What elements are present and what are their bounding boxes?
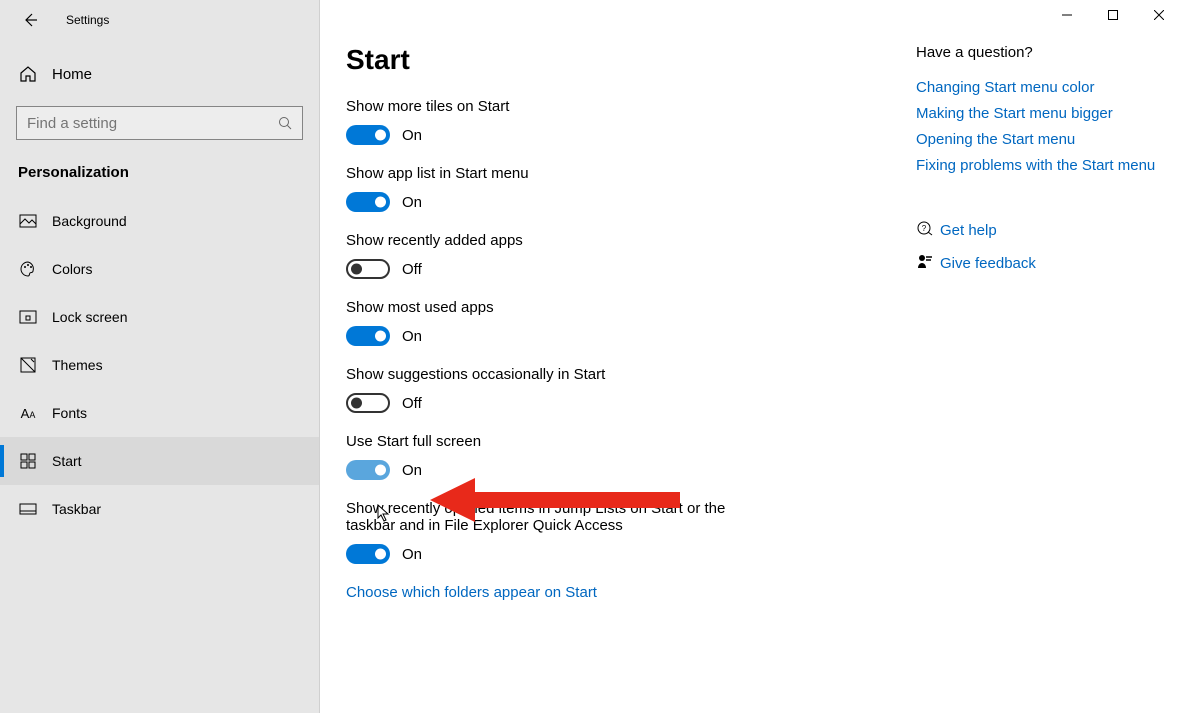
help-link-bigger[interactable]: Making the Start menu bigger: [916, 105, 1155, 122]
sidebar-category: Personalization: [0, 140, 319, 191]
help-link-fixing[interactable]: Fixing problems with the Start menu: [916, 157, 1155, 174]
setting-label: Show recently opened items in Jump Lists…: [346, 500, 776, 534]
setting-jump-lists: Show recently opened items in Jump Lists…: [346, 500, 906, 564]
toggle-jump-lists[interactable]: [346, 544, 390, 564]
get-help-link: Get help: [940, 222, 997, 239]
sidebar-item-lockscreen[interactable]: Lock screen: [0, 293, 319, 341]
toggle-state: Off: [402, 395, 422, 412]
toggle-state: On: [402, 462, 422, 479]
sidebar-item-taskbar[interactable]: Taskbar: [0, 485, 319, 533]
toggle-recently-added[interactable]: [346, 259, 390, 279]
toggle-state: On: [402, 194, 422, 211]
svg-text:?: ?: [922, 224, 927, 233]
titlebar-controls: [1044, 0, 1182, 30]
toggle-full-screen[interactable]: [346, 460, 390, 480]
help-aside: Have a question? Changing Start menu col…: [916, 44, 1155, 713]
toggle-suggestions[interactable]: [346, 393, 390, 413]
setting-label: Show app list in Start menu: [346, 165, 906, 182]
fonts-icon: AA: [18, 406, 38, 421]
help-link-color[interactable]: Changing Start menu color: [916, 79, 1155, 96]
sidebar-item-fonts[interactable]: AA Fonts: [0, 389, 319, 437]
get-help-action[interactable]: ? Get help: [916, 220, 1155, 241]
give-feedback-action[interactable]: Give feedback: [916, 253, 1155, 274]
sidebar-home-label: Home: [52, 66, 92, 83]
setting-label: Show suggestions occasionally in Start: [346, 366, 906, 383]
toggle-state: On: [402, 328, 422, 345]
themes-icon: [18, 356, 38, 374]
sidebar-item-label: Taskbar: [52, 501, 101, 517]
window-title: Settings: [66, 13, 109, 27]
toggle-app-list[interactable]: [346, 192, 390, 212]
search-box[interactable]: [16, 106, 303, 140]
picture-icon: [18, 214, 38, 228]
sidebar-item-label: Colors: [52, 261, 92, 277]
home-icon: [18, 65, 38, 83]
aside-heading: Have a question?: [916, 44, 1155, 61]
sidebar-item-label: Lock screen: [52, 309, 127, 325]
sidebar-home[interactable]: Home: [0, 50, 319, 98]
toggle-state: Off: [402, 261, 422, 278]
sidebar-item-start[interactable]: Start: [0, 437, 319, 485]
help-icon: ?: [916, 220, 940, 241]
close-button[interactable]: [1136, 0, 1182, 30]
sidebar-item-background[interactable]: Background: [0, 197, 319, 245]
setting-label: Show most used apps: [346, 299, 906, 316]
sidebar-item-colors[interactable]: Colors: [0, 245, 319, 293]
setting-label: Show recently added apps: [346, 232, 906, 249]
setting-app-list: Show app list in Start menu On: [346, 165, 906, 212]
sidebar-item-themes[interactable]: Themes: [0, 341, 319, 389]
setting-more-tiles: Show more tiles on Start On: [346, 98, 906, 145]
setting-recently-added: Show recently added apps Off: [346, 232, 906, 279]
taskbar-icon: [18, 503, 38, 515]
back-arrow-icon: [22, 12, 38, 28]
palette-icon: [18, 260, 38, 278]
sidebar-item-label: Background: [52, 213, 127, 229]
content-area: Start Show more tiles on Start On Show a…: [346, 44, 906, 713]
setting-full-screen: Use Start full screen On: [346, 433, 906, 480]
minimize-button[interactable]: [1044, 0, 1090, 30]
sidebar-item-label: Fonts: [52, 405, 87, 421]
maximize-button[interactable]: [1090, 0, 1136, 30]
setting-most-used: Show most used apps On: [346, 299, 906, 346]
feedback-icon: [916, 253, 940, 274]
help-link-opening[interactable]: Opening the Start menu: [916, 131, 1155, 148]
lockscreen-icon: [18, 310, 38, 324]
setting-label: Show more tiles on Start: [346, 98, 906, 115]
give-feedback-link: Give feedback: [940, 255, 1036, 272]
toggle-more-tiles[interactable]: [346, 125, 390, 145]
setting-suggestions: Show suggestions occasionally in Start O…: [346, 366, 906, 413]
toggle-state: On: [402, 127, 422, 144]
page-title: Start: [346, 44, 906, 76]
sidebar: Settings Home Personalization Background…: [0, 0, 320, 713]
setting-label: Use Start full screen: [346, 433, 906, 450]
search-input[interactable]: [27, 115, 278, 132]
back-button[interactable]: [14, 4, 46, 36]
sidebar-item-label: Themes: [52, 357, 103, 373]
choose-folders-link[interactable]: Choose which folders appear on Start: [346, 584, 906, 601]
search-icon: [278, 116, 292, 130]
start-icon: [18, 453, 38, 469]
toggle-state: On: [402, 546, 422, 563]
sidebar-item-label: Start: [52, 453, 82, 469]
toggle-most-used[interactable]: [346, 326, 390, 346]
